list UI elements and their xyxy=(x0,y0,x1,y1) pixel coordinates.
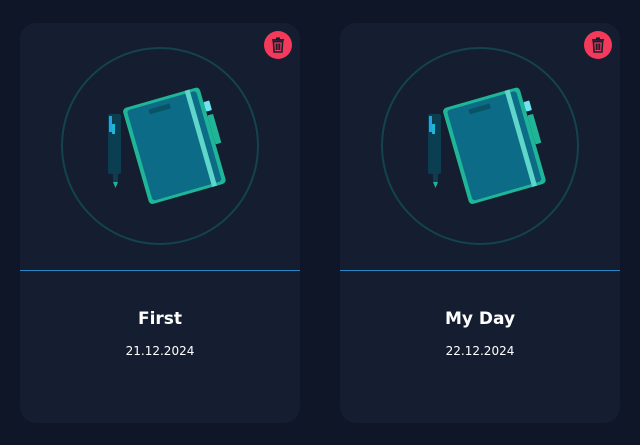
note-date: 21.12.2024 xyxy=(125,344,195,358)
notebook-pen-icon xyxy=(61,47,259,245)
trash-icon xyxy=(272,37,284,53)
trash-icon xyxy=(592,37,604,53)
note-title: My Day xyxy=(444,309,516,329)
delete-note-button[interactable] xyxy=(584,31,612,59)
card-divider xyxy=(340,270,620,271)
notebook-pen-icon xyxy=(381,47,579,245)
note-card[interactable]: My Day 22.12.2024 xyxy=(340,23,620,423)
note-date: 22.12.2024 xyxy=(445,344,515,358)
card-divider xyxy=(20,270,300,271)
note-title: First xyxy=(137,309,183,329)
delete-note-button[interactable] xyxy=(264,31,292,59)
note-card[interactable]: First 21.12.2024 xyxy=(20,23,300,423)
notes-grid: First 21.12.2024 My Day 22.12.2024 xyxy=(0,0,640,445)
